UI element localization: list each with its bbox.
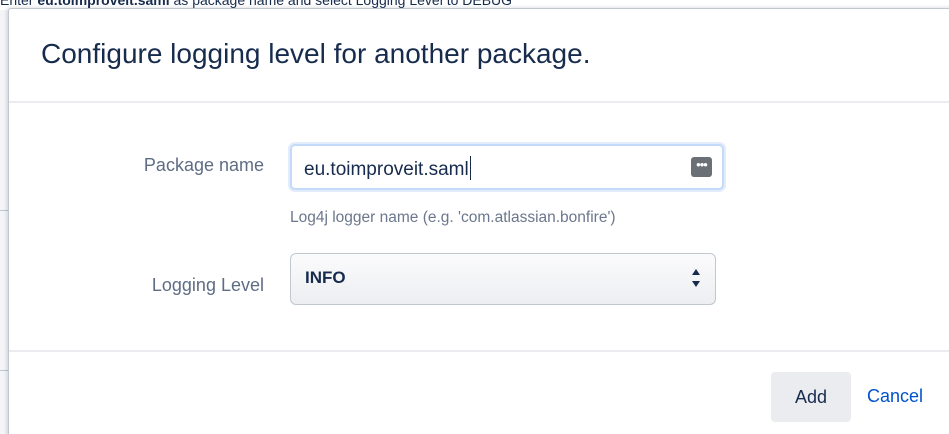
instruction-prefix: Enter <box>0 0 38 8</box>
dialog-header: Configure logging level for another pack… <box>9 9 949 103</box>
dialog-body: Package name eu.toimproveit.saml ••• Log… <box>9 103 949 352</box>
package-name-input[interactable]: eu.toimproveit.saml ••• <box>290 144 724 190</box>
instruction-suffix: as package name and select Logging Level… <box>169 0 513 8</box>
select-arrows-icon <box>692 269 700 287</box>
more-dots-icon[interactable]: ••• <box>691 157 712 177</box>
add-button[interactable]: Add <box>771 372 851 422</box>
package-name-value-text: eu.toimproveit.saml <box>304 159 469 180</box>
background-page-strip <box>0 10 8 434</box>
instruction-package-name: eu.toimproveit.saml <box>37 0 170 8</box>
background-divider <box>0 210 8 211</box>
package-name-value[interactable]: eu.toimproveit.saml <box>304 156 471 181</box>
logging-level-select[interactable]: INFO <box>290 253 716 305</box>
logging-level-label: Logging Level <box>151 275 264 295</box>
arrow-down-icon <box>692 281 700 287</box>
configure-logging-dialog: Configure logging level for another pack… <box>8 8 949 434</box>
package-name-label: Package name <box>143 155 264 175</box>
logging-level-selected-value: INFO <box>305 268 346 287</box>
text-caret <box>469 156 471 180</box>
cancel-link[interactable]: Cancel <box>867 386 923 407</box>
dialog-title: Configure logging level for another pack… <box>41 38 591 69</box>
arrow-up-icon <box>692 269 700 275</box>
screenshot-page: Enter eu.toimproveit.saml as package nam… <box>0 0 949 434</box>
dialog-footer: Add Cancel <box>9 352 949 434</box>
package-name-help-text: Log4j logger name (e.g. 'com.atlassian.b… <box>290 209 616 226</box>
background-divider <box>0 370 8 371</box>
